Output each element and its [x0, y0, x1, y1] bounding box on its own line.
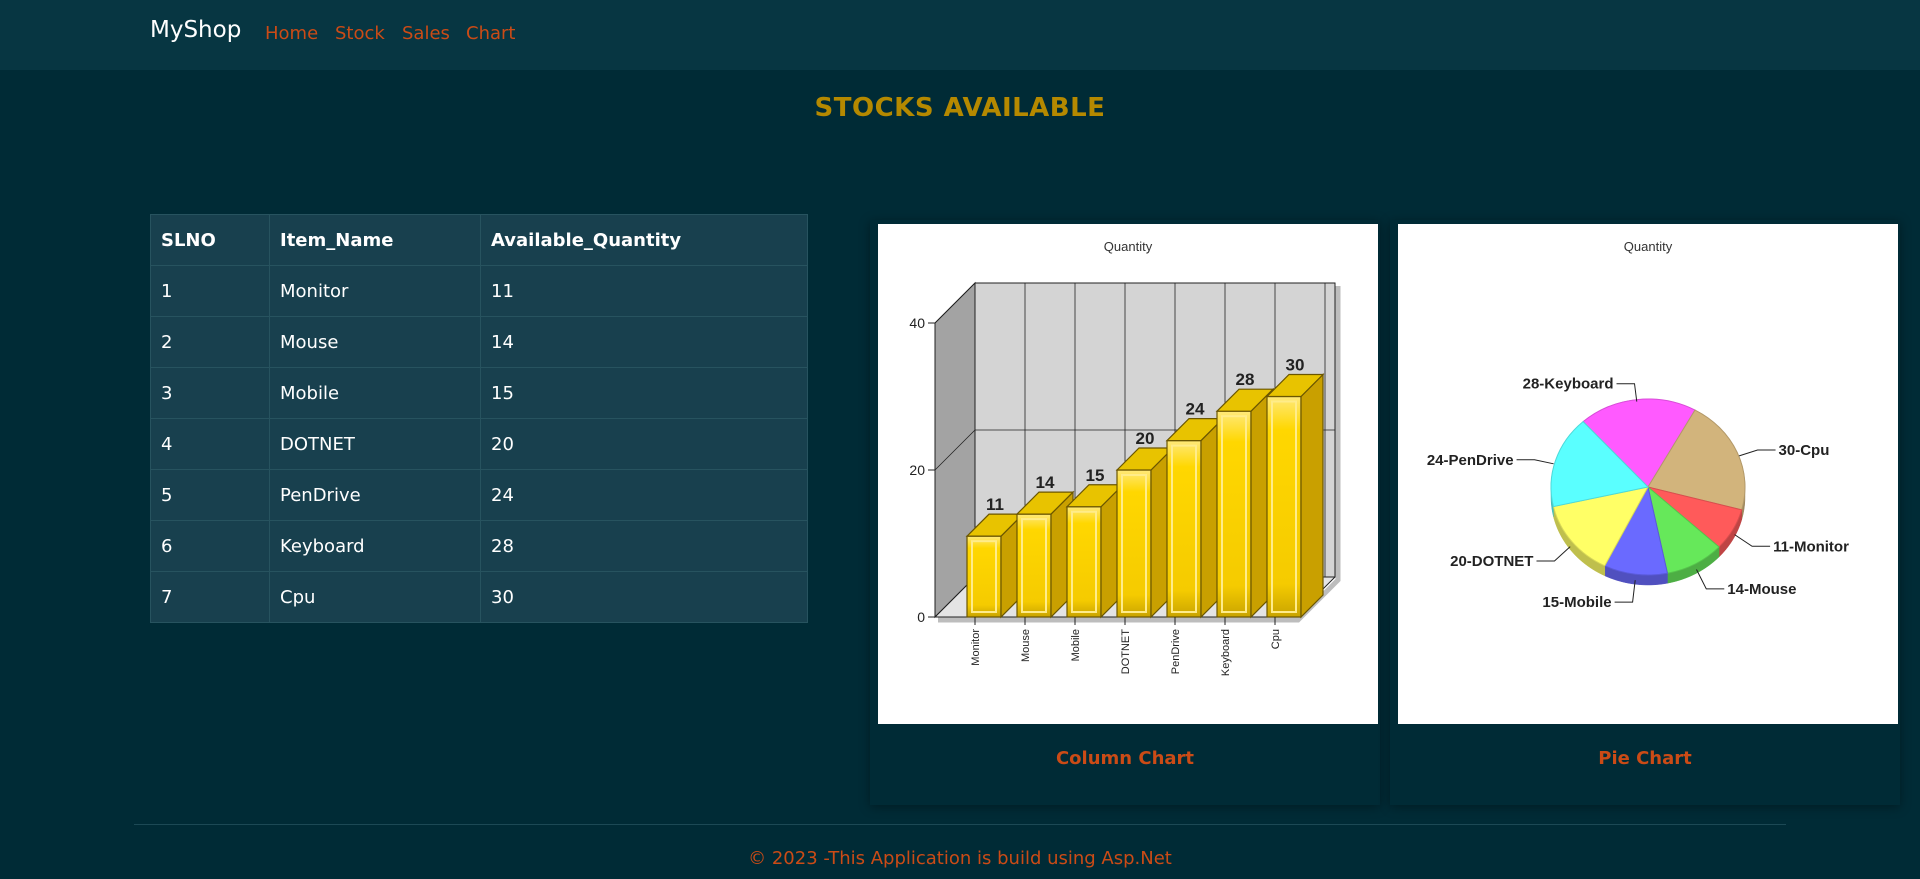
nav-sales-link[interactable]: Sales [402, 23, 450, 44]
pie-slice-label: 14-Mouse [1727, 581, 1796, 598]
nav-home-link[interactable]: Home [265, 23, 318, 44]
cell-item-name: Keyboard [269, 520, 481, 572]
cell-slno: 7 [150, 571, 270, 623]
cell-quantity: 14 [480, 316, 808, 368]
footer-text: © 2023 -This Application is build using … [748, 848, 1172, 869]
x-category-label: Mouse [1020, 629, 1032, 662]
cell-item-name: PenDrive [269, 469, 481, 521]
column-chart-card: Quantity 0 20 40 11 Monitor 14 Mouse 15 Mobile 20… [870, 220, 1380, 805]
x-category-label: DOTNET [1120, 629, 1132, 675]
pie-leader-line [1696, 569, 1725, 590]
y-tick-label: 20 [909, 462, 925, 478]
col-header-available-quantity: Available_Quantity [480, 214, 808, 266]
table-row: 1 Monitor 11 [150, 265, 808, 317]
x-category-label: PenDrive [1170, 629, 1182, 674]
x-category-label: Cpu [1270, 629, 1282, 649]
bar-value-label: 15 [1086, 466, 1105, 485]
pie-leader-line [1516, 459, 1554, 465]
cell-item-name: Monitor [269, 265, 481, 317]
x-category-label: Monitor [970, 629, 982, 666]
pie-slice-label: 11-Monitor [1773, 538, 1849, 555]
brand-link[interactable]: MyShop [150, 17, 241, 43]
cell-item-name: Cpu [269, 571, 481, 623]
nav-chart-link[interactable]: Chart [466, 23, 515, 44]
bar-value-label: 28 [1236, 370, 1255, 389]
cell-quantity: 30 [480, 571, 808, 623]
x-category-label: Mobile [1070, 629, 1082, 661]
page-title: STOCKS AVAILABLE [814, 93, 1106, 123]
column-bar-dotnet [1115, 446, 1175, 619]
column-bar-mouse [1015, 490, 1075, 619]
cell-slno: 6 [150, 520, 270, 572]
x-category-label: Keyboard [1220, 629, 1232, 676]
y-tick-label: 0 [917, 609, 925, 625]
table-row: 5 PenDrive 24 [150, 469, 808, 521]
table-row: 7 Cpu 30 [150, 571, 808, 623]
cell-slno: 3 [150, 367, 270, 419]
pie-leader-line [1734, 534, 1771, 547]
column-bar-keyboard [1215, 387, 1275, 619]
cell-quantity: 11 [480, 265, 808, 317]
cell-slno: 5 [150, 469, 270, 521]
bar-value-label: 11 [986, 495, 1004, 514]
table-row: 4 DOTNET 20 [150, 418, 808, 470]
cell-quantity: 20 [480, 418, 808, 470]
table-row: 2 Mouse 14 [150, 316, 808, 368]
table-row: 3 Mobile 15 [150, 367, 808, 419]
pie-leader-line [1616, 383, 1638, 402]
pie-chart-card: Quantity 28-Keyboard 30-Cpu 11-Monitor 14-M… [1390, 220, 1900, 805]
cell-item-name: DOTNET [269, 418, 481, 470]
pie-slice-label: 30-Cpu [1779, 442, 1830, 459]
pie-slice-label: 24-PenDrive [1427, 452, 1514, 469]
pie-chart-caption[interactable]: Pie Chart [1390, 748, 1900, 769]
bar-value-label: 14 [1036, 473, 1055, 492]
cell-item-name: Mobile [269, 367, 481, 419]
y-tick-label: 40 [909, 315, 925, 331]
bar-value-label: 20 [1136, 429, 1155, 448]
cell-slno: 2 [150, 316, 270, 368]
column-chart-plot: 0 20 40 11 Monitor 14 Mouse 15 Mobile 20 DOTNET 24 P… [909, 281, 1341, 676]
column-chart-title: Quantity [1104, 239, 1153, 254]
column-chart-caption[interactable]: Column Chart [870, 748, 1380, 769]
column-bar-monitor [965, 512, 1025, 619]
table-header-row: SLNO Item_Name Available_Quantity [150, 214, 808, 266]
bar-value-label: 30 [1286, 356, 1305, 375]
cell-quantity: 24 [480, 469, 808, 521]
cell-item-name: Mouse [269, 316, 481, 368]
cell-slno: 4 [150, 418, 270, 470]
pie-chart-title: Quantity [1624, 239, 1673, 254]
navbar: MyShop Home Stock Sales Chart [0, 0, 1920, 70]
pie-leader-line [1738, 449, 1776, 457]
cell-quantity: 15 [480, 367, 808, 419]
pie-leader-line [1536, 546, 1571, 562]
pie-plot: 28-Keyboard 30-Cpu 11-Monitor 14-Mouse 15-Mo… [1427, 376, 1849, 611]
pie-slice-label: 20-DOTNET [1450, 553, 1533, 570]
pie-chart: Quantity 28-Keyboard 30-Cpu 11-Monitor 14-M… [1427, 239, 1849, 611]
col-header-slno: SLNO [150, 214, 270, 266]
pie-chart-frame: Quantity 28-Keyboard 30-Cpu 11-Monitor 14-M… [1398, 224, 1898, 724]
col-header-item-name: Item_Name [269, 214, 481, 266]
footer-divider [134, 824, 1786, 825]
bar-side [1300, 373, 1324, 619]
column-bar-mobile [1065, 483, 1125, 619]
pie-slice-label: 15-Mobile [1542, 594, 1611, 611]
cell-quantity: 28 [480, 520, 808, 572]
bar-value-label: 24 [1186, 400, 1205, 419]
column-chart: Quantity 0 20 40 11 Monitor 14 Mouse 15 Mobile 20… [909, 239, 1341, 676]
stock-table: SLNO Item_Name Available_Quantity 1 Moni… [150, 214, 808, 623]
column-bar-pendrive [1165, 417, 1225, 619]
column-chart-frame: Quantity 0 20 40 11 Monitor 14 Mouse 15 Mobile 20… [878, 224, 1378, 724]
cell-slno: 1 [150, 265, 270, 317]
nav-stock-link[interactable]: Stock [335, 23, 385, 44]
table-row: 6 Keyboard 28 [150, 520, 808, 572]
column-bar-cpu [1265, 373, 1325, 619]
pie-slice-label: 28-Keyboard [1523, 376, 1614, 393]
